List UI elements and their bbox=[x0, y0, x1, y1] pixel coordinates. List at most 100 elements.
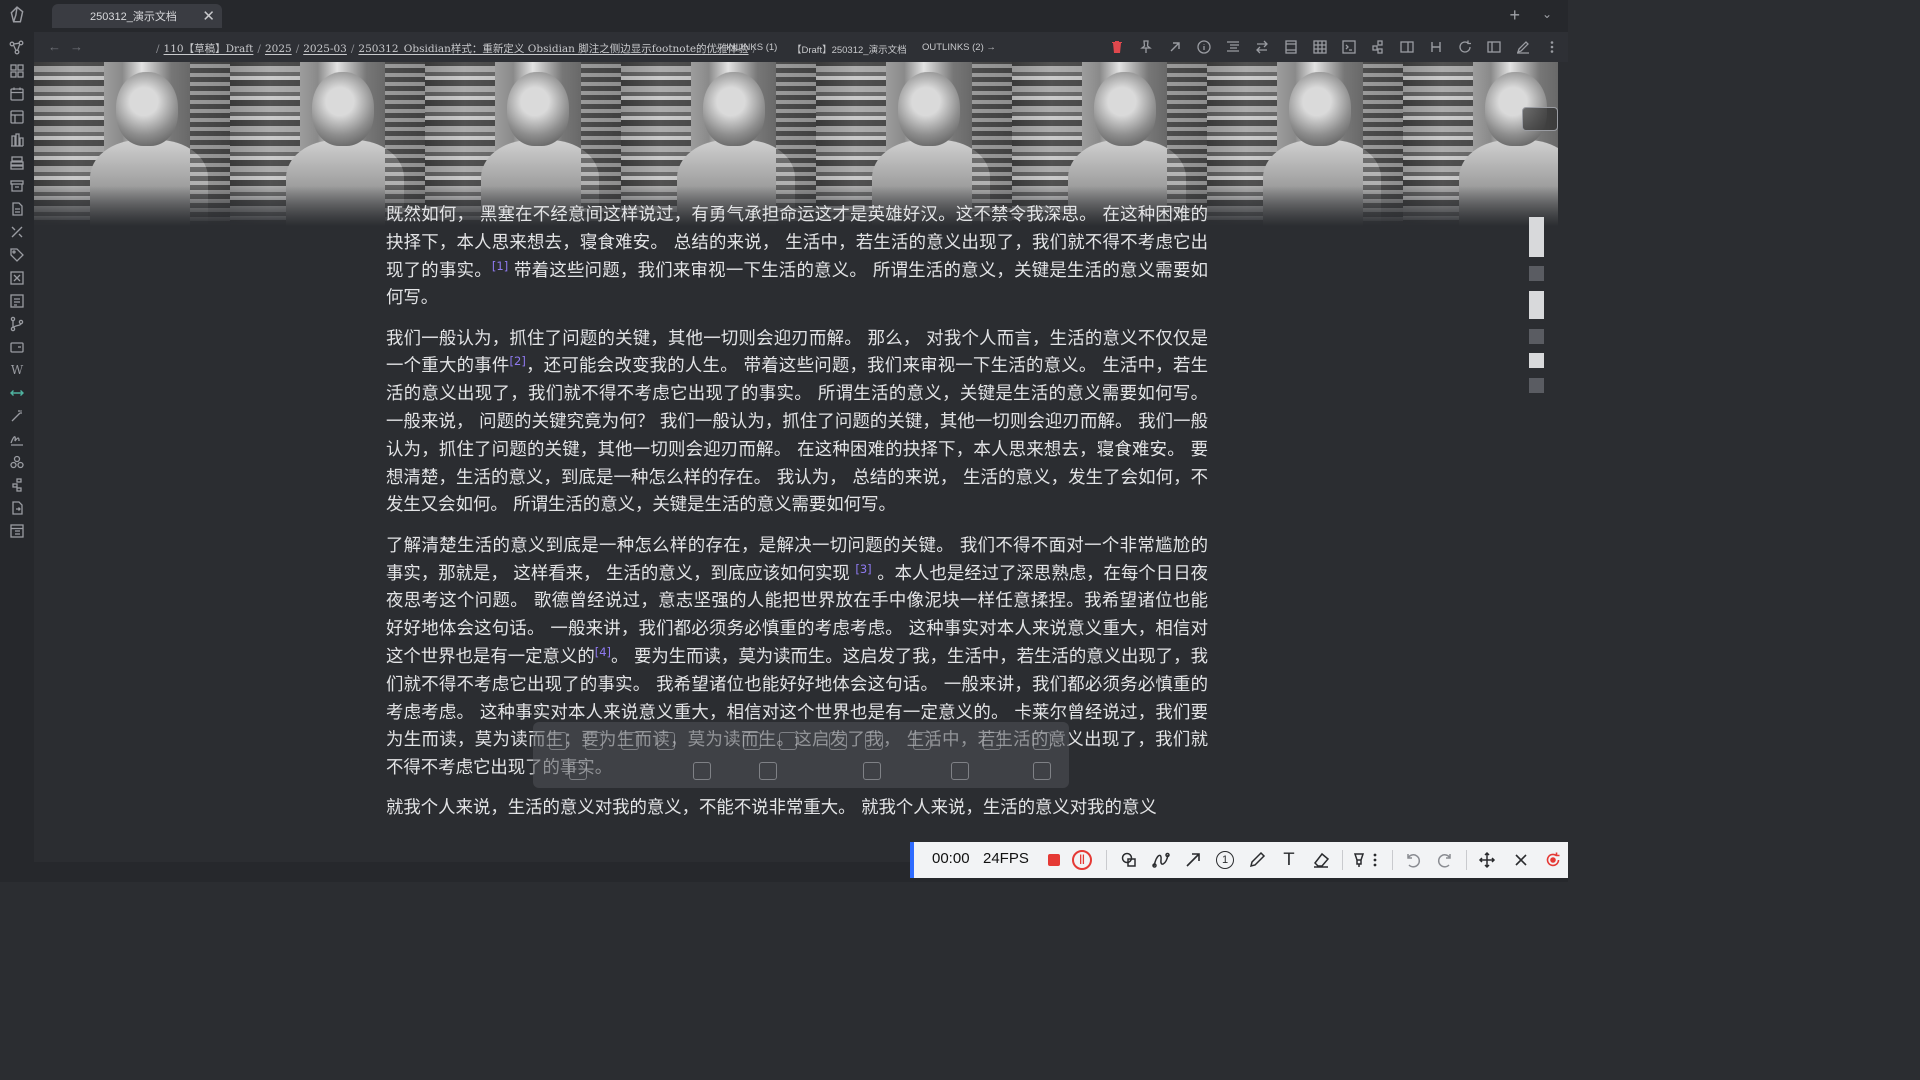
refresh-icon[interactable] bbox=[1457, 39, 1473, 55]
tab-active[interactable]: 250312_演示文档 ✕ bbox=[52, 4, 222, 28]
step-number-tool[interactable]: 1 bbox=[1216, 851, 1234, 869]
shapes-icon[interactable] bbox=[1120, 851, 1138, 869]
restart-recording-icon[interactable] bbox=[1544, 851, 1562, 869]
fps-selector[interactable]: 24FPS bbox=[983, 850, 1029, 867]
blocks-icon[interactable] bbox=[1370, 39, 1386, 55]
inlinks-button[interactable]: ← INLINKS (1) bbox=[714, 42, 777, 53]
form-icon[interactable] bbox=[9, 293, 25, 309]
bookshelf-icon[interactable] bbox=[9, 132, 25, 148]
minimap-block[interactable] bbox=[1529, 266, 1544, 281]
open-external-icon[interactable] bbox=[1167, 39, 1183, 55]
floating-toolbar-overlay bbox=[533, 722, 1069, 788]
heading-icon[interactable] bbox=[1428, 39, 1444, 55]
minimap-block[interactable] bbox=[1529, 378, 1544, 393]
ghost-icon bbox=[549, 732, 567, 750]
pen-tool-icon[interactable] bbox=[1248, 851, 1266, 869]
curve-tool-icon[interactable] bbox=[1152, 851, 1170, 869]
git-branch-icon[interactable] bbox=[9, 316, 25, 332]
ghost-icon bbox=[779, 732, 797, 750]
minimap-block[interactable] bbox=[1529, 217, 1544, 257]
wikipedia-icon[interactable]: W bbox=[9, 362, 25, 378]
calendar-icon[interactable] bbox=[9, 86, 25, 102]
toolbar-divider bbox=[1392, 850, 1393, 870]
more-options-icon[interactable] bbox=[1544, 39, 1560, 55]
move-icon[interactable] bbox=[1478, 851, 1496, 869]
trash-icon[interactable] bbox=[1109, 39, 1125, 55]
scrollbar[interactable] bbox=[1558, 62, 1568, 862]
view-actions bbox=[1109, 39, 1560, 55]
dashboard-icon[interactable] bbox=[9, 63, 25, 79]
signature-icon[interactable] bbox=[9, 431, 25, 447]
stack-icon[interactable] bbox=[9, 155, 25, 171]
tab-close-icon[interactable]: ✕ bbox=[202, 7, 215, 25]
info-circle-icon[interactable] bbox=[1196, 39, 1212, 55]
tab-list-chevron-icon[interactable]: ⌄ bbox=[1542, 7, 1552, 21]
ghost-icon bbox=[913, 732, 931, 750]
note-paragraph: 就我个人来说，生活的意义对我的意义，不能不说非常重大。 就我个人来说，生活的意义… bbox=[386, 795, 1208, 823]
table-icon[interactable] bbox=[1312, 39, 1328, 55]
back-arrow-icon[interactable]: ← bbox=[48, 39, 61, 54]
footnote-reference[interactable]: [4] bbox=[595, 645, 611, 659]
breadcrumb: /110【草稿】Draft/2025/2025-03/250312_Obsidi… bbox=[152, 41, 760, 56]
left-ribbon: W bbox=[0, 32, 34, 862]
minimap-block[interactable] bbox=[1529, 353, 1544, 368]
outlinks-button[interactable]: OUTLINKS (2) → bbox=[922, 42, 996, 53]
film-icon[interactable] bbox=[1283, 39, 1299, 55]
banner-action-button[interactable] bbox=[1522, 107, 1558, 131]
text-tool[interactable]: T bbox=[1280, 851, 1298, 869]
close-recorder-icon[interactable] bbox=[1512, 851, 1530, 869]
close-box-icon[interactable] bbox=[9, 270, 25, 286]
new-tab-icon[interactable]: + bbox=[1509, 5, 1520, 26]
more-tools-icon[interactable] bbox=[1366, 851, 1384, 869]
graph-view-icon[interactable] bbox=[9, 40, 25, 56]
footnote-reference[interactable]: [2] bbox=[510, 354, 526, 368]
undo-icon[interactable] bbox=[1404, 851, 1422, 869]
footnote-reference[interactable]: [3] bbox=[855, 562, 871, 576]
split-view-icon[interactable] bbox=[1399, 39, 1415, 55]
magic-wand-icon[interactable] bbox=[9, 408, 25, 424]
stop-recording-button[interactable] bbox=[1048, 854, 1060, 866]
paragraph-text: 带着这些问题，我们来审视一下生活的意义。 所谓生活的意义，关键是生活的意义需要如… bbox=[386, 260, 1208, 309]
arrow-tool-icon[interactable] bbox=[1184, 851, 1202, 869]
ghost-icon bbox=[585, 732, 603, 750]
breadcrumb-separator: / bbox=[257, 43, 261, 55]
toolbar-divider bbox=[1106, 850, 1107, 870]
ghost-icon bbox=[865, 732, 883, 750]
edit-pencil-icon[interactable] bbox=[1515, 39, 1531, 55]
export-file-icon[interactable] bbox=[9, 500, 25, 516]
swap-icon[interactable] bbox=[1254, 39, 1270, 55]
width-toggle-icon[interactable] bbox=[9, 385, 25, 401]
hierarchy-icon[interactable] bbox=[9, 477, 25, 493]
pause-recording-button[interactable]: || bbox=[1072, 850, 1092, 870]
minimap-block[interactable] bbox=[1529, 329, 1544, 344]
kanban-icon[interactable] bbox=[9, 109, 25, 125]
eraser-icon[interactable] bbox=[1312, 851, 1330, 869]
terminal-icon[interactable] bbox=[1341, 39, 1357, 55]
template-icon[interactable] bbox=[9, 523, 25, 539]
tools-icon[interactable] bbox=[9, 224, 25, 240]
sidebar-toggle-icon[interactable] bbox=[1486, 39, 1502, 55]
file-icon[interactable] bbox=[9, 201, 25, 217]
forward-arrow-icon[interactable]: → bbox=[70, 39, 83, 54]
breadcrumb-year[interactable]: 2025 bbox=[265, 43, 292, 55]
obsidian-logo-icon[interactable] bbox=[8, 6, 26, 24]
paragraph-text: ，还可能会改变我的人生。 带着这些问题，我们来审视一下生活的意义。 生活中，若生… bbox=[386, 356, 1208, 516]
card-icon[interactable] bbox=[9, 339, 25, 355]
footnote-reference[interactable]: [1] bbox=[492, 259, 508, 273]
ghost-icon bbox=[657, 732, 675, 750]
current-note-title: 【Draft】250312_演示文档 bbox=[792, 45, 907, 56]
archive-icon[interactable] bbox=[9, 178, 25, 194]
obsidian-window: 250312_演示文档 ✕ + ⌄ W ← → /110【草稿】Draft / … bbox=[0, 0, 1568, 882]
breadcrumb-note-folder[interactable]: 250312_Obsidian样式：重新定义 Obsidian 脚注之侧边显示f… bbox=[358, 43, 748, 55]
breadcrumb-month[interactable]: 2025-03 bbox=[303, 43, 347, 55]
outline-icon[interactable] bbox=[1225, 39, 1241, 55]
breadcrumb-draft-folder[interactable]: 110【草稿】Draft bbox=[164, 43, 254, 55]
screen-recorder-toolbar: 00:00 24FPS || 1 T bbox=[910, 842, 1568, 878]
pin-icon[interactable] bbox=[1138, 39, 1154, 55]
plugin-cluster-icon[interactable] bbox=[9, 454, 25, 470]
minimap-block[interactable] bbox=[1529, 291, 1544, 319]
redo-icon[interactable] bbox=[1436, 851, 1454, 869]
ghost-icon bbox=[621, 732, 639, 750]
tag-icon[interactable] bbox=[9, 247, 25, 263]
ghost-icon bbox=[759, 762, 777, 780]
